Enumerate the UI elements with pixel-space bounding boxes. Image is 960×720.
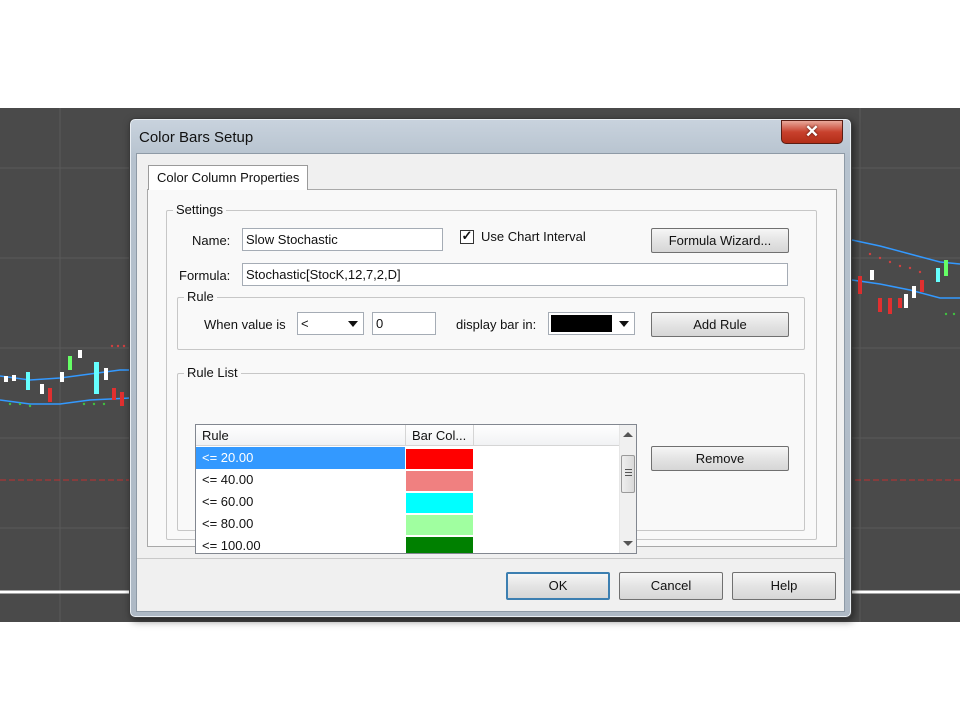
use-chart-interval-label: Use Chart Interval — [481, 229, 586, 244]
when-value-label: When value is — [204, 317, 286, 332]
bar-color-cell — [406, 515, 473, 535]
rule-cell: <= 20.00 — [196, 447, 405, 469]
rule-cell: <= 40.00 — [202, 472, 254, 487]
add-rule-button[interactable]: Add Rule — [651, 312, 789, 337]
dialog-client-area: Color Column Properties Settings Name: S… — [136, 153, 845, 612]
column-header-rule[interactable]: Rule — [196, 425, 406, 446]
column-header-bar-color[interactable]: Bar Col... — [406, 425, 474, 446]
bar-color-swatch — [551, 315, 612, 332]
cancel-button[interactable]: Cancel — [619, 572, 723, 600]
close-icon: ✕ — [804, 122, 820, 141]
list-header: Rule Bar Col... — [196, 425, 621, 446]
checkmark-icon: ✓ — [461, 228, 473, 243]
help-button[interactable]: Help — [732, 572, 836, 600]
chevron-down-icon[interactable] — [614, 313, 634, 334]
chart-band-upper-right — [851, 239, 960, 265]
chevron-down-icon[interactable] — [343, 313, 363, 334]
table-row[interactable]: <= 20.00 — [196, 447, 621, 469]
scroll-thumb[interactable] — [621, 455, 635, 493]
title-bar[interactable]: Color Bars Setup ✕ — [130, 119, 851, 153]
table-row[interactable]: <= 40.00 — [196, 469, 621, 491]
bar-color-dropdown[interactable] — [548, 312, 635, 335]
scroll-up-icon[interactable] — [623, 432, 633, 437]
name-field[interactable]: Slow Stochastic — [242, 228, 443, 251]
formula-wizard-button[interactable]: Formula Wizard... — [651, 228, 789, 253]
ok-button[interactable]: OK — [506, 572, 610, 600]
chart-band-upper — [0, 369, 130, 381]
rule-cell: <= 100.00 — [202, 538, 261, 553]
remove-button[interactable]: Remove — [651, 446, 789, 471]
display-bar-label: display bar in: — [456, 317, 537, 332]
rule-group-label: Rule — [184, 289, 217, 304]
color-bars-setup-dialog: Color Bars Setup ✕ Color Column Properti… — [129, 118, 852, 618]
table-row[interactable]: <= 60.00 — [196, 491, 621, 513]
rule-cell: <= 80.00 — [202, 516, 254, 531]
settings-group-label: Settings — [173, 202, 226, 217]
formula-field[interactable]: Stochastic[StocK,12,7,2,D] — [242, 263, 788, 286]
bar-color-cell — [406, 493, 473, 513]
bar-color-cell — [406, 471, 473, 491]
formula-label: Formula: — [179, 268, 231, 283]
list-vertical-scrollbar[interactable] — [619, 425, 636, 553]
threshold-field[interactable]: 0 — [372, 312, 436, 335]
grip-icon — [625, 469, 632, 478]
use-chart-interval-checkbox[interactable]: ✓ — [460, 228, 474, 244]
rule-list-view[interactable]: Rule Bar Col... <= 20.00 <= 40.00 <= 60.00… — [195, 424, 637, 554]
rule-list-group-label: Rule List — [184, 365, 241, 380]
bar-color-cell — [406, 537, 473, 553]
table-row[interactable]: <= 80.00 — [196, 513, 621, 535]
footer-separator — [137, 558, 844, 559]
close-button[interactable]: ✕ — [781, 120, 843, 144]
operator-dropdown[interactable]: < — [297, 312, 364, 335]
window-title: Color Bars Setup — [139, 129, 254, 146]
table-row[interactable]: <= 100.00 — [196, 535, 621, 553]
tab-color-column-properties[interactable]: Color Column Properties — [148, 165, 309, 190]
bar-color-cell — [406, 449, 473, 469]
scroll-down-icon[interactable] — [623, 541, 633, 546]
name-label: Name: — [192, 233, 231, 248]
operator-value: < — [301, 316, 309, 331]
rule-cell: <= 60.00 — [202, 494, 254, 509]
